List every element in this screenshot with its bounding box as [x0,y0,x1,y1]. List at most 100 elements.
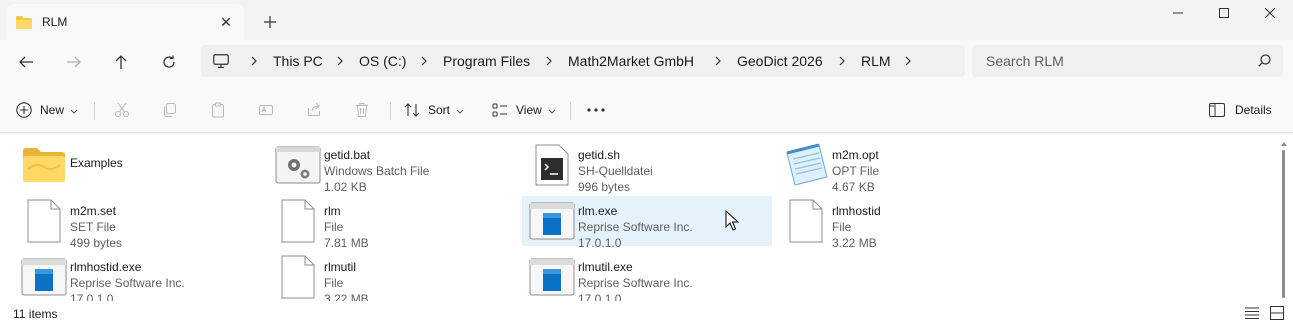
new-button[interactable]: New [14,96,82,124]
tiles-view-icon[interactable] [1270,306,1284,323]
sort-label: Sort [428,103,451,117]
paste-button[interactable] [204,96,232,124]
cut-button[interactable] [108,96,136,124]
list-item[interactable]: rlmhostid File 3.22 MB [776,196,1026,250]
tab-rlm[interactable]: RLM ✕ [6,4,244,40]
breadcrumb-os-c[interactable]: OS (C:) [353,53,411,69]
file-type: OPT File [832,164,880,178]
delete-button[interactable] [348,96,376,124]
chevron-down-icon [548,103,556,117]
breadcrumb-rlm[interactable]: RLM [855,53,895,69]
maximize-icon [1219,8,1229,18]
breadcrumb-program-files[interactable]: Program Files [437,53,536,69]
plus-circle-icon [14,96,34,124]
file-name: rlm [324,204,341,218]
item-count: 11 items [13,307,58,321]
new-label: New [40,103,65,117]
file-list: Examples getid.bat Windows Batch File 1.… [0,134,1293,306]
list-item[interactable]: m2m.set SET File 499 bytes [14,196,264,250]
list-item[interactable]: rlm File 7.81 MB [268,196,518,250]
sh-file-icon [528,142,576,188]
list-item[interactable]: rlmutil.exe Reprise Software Inc. 17.0.1… [522,252,772,306]
chevron-right-icon[interactable] [327,56,353,66]
scissors-icon [108,96,136,124]
chevron-right-icon[interactable] [411,56,437,66]
exe-icon [528,198,576,244]
close-window-button[interactable] [1247,0,1293,26]
breadcrumb-math2market[interactable]: Math2Market GmbH [562,53,705,69]
chevron-right-icon[interactable] [705,56,731,66]
details-view-icon[interactable] [1245,307,1259,322]
breadcrumb-geodict[interactable]: GeoDict 2026 [731,53,829,69]
chevron-right-icon[interactable] [829,56,855,66]
share-button[interactable] [300,96,328,124]
forward-button[interactable] [58,48,90,76]
chevron-down-icon [70,103,78,117]
list-item[interactable]: getid.bat Windows Batch File 1.02 KB [268,140,518,194]
back-button[interactable] [10,48,42,76]
vertical-scrollbar[interactable] [1279,140,1289,300]
status-bar: 11 items [0,301,1293,325]
rename-icon [252,96,280,124]
more-options-button[interactable] [582,96,610,124]
file-size: 7.81 MB [324,236,369,250]
details-label: Details [1235,103,1272,117]
list-item[interactable]: getid.sh SH-Quelldatei 996 bytes [522,140,772,194]
tab-close-icon[interactable]: ✕ [212,8,240,36]
view-button[interactable]: View [490,96,558,124]
file-size: 996 bytes [578,180,631,194]
blank-file-icon [274,254,322,300]
file-name: rlmutil.exe [578,260,633,274]
folder-icon [20,142,68,188]
address-bar[interactable]: This PC OS (C:) Program Files Math2Marke… [201,45,965,77]
maximize-button[interactable] [1201,0,1247,26]
search-input[interactable] [986,53,1256,69]
minimize-button[interactable] [1155,0,1201,26]
search-icon[interactable] [1258,54,1271,70]
share-icon [300,96,328,124]
sort-button[interactable]: Sort [402,96,468,124]
new-tab-button[interactable] [256,8,284,36]
separator [390,102,391,120]
command-bar: New Sort View Details [0,84,1293,133]
folder-icon [16,15,32,29]
list-item[interactable]: Examples [14,140,264,190]
file-name: rlmhostid [832,204,881,218]
details-button[interactable]: Details [1207,96,1287,124]
arrow-left-icon [19,56,33,68]
chevron-right-icon[interactable] [241,56,267,66]
file-name: m2m.set [70,204,117,218]
list-item[interactable]: m2m.opt OPT File 4.67 KB [776,140,1026,194]
breadcrumb-this-pc[interactable]: This PC [267,53,327,69]
up-button[interactable] [105,48,137,76]
file-size: 3.22 MB [832,236,877,250]
blank-file-icon [274,198,322,244]
file-name: rlm.exe [578,204,618,218]
rename-button[interactable] [252,96,280,124]
separator [570,102,571,120]
scroll-thumb[interactable] [1282,150,1285,298]
mouse-cursor-icon [725,209,740,235]
plus-icon [264,16,276,28]
scroll-up-icon [1281,142,1287,146]
clipboard-icon [204,96,232,124]
refresh-icon [163,55,175,68]
chevron-right-icon[interactable] [895,56,921,66]
file-size: 4.67 KB [832,180,875,194]
copy-icon [156,96,184,124]
list-item[interactable]: rlmhostid.exe Reprise Software Inc. 17.0… [14,252,264,306]
view-icon [490,96,510,124]
computer-icon[interactable] [201,54,241,68]
search-box[interactable] [972,45,1283,77]
chevron-right-icon[interactable] [536,56,562,66]
details-pane-icon [1207,96,1227,124]
refresh-button[interactable] [153,48,185,76]
file-size: 499 bytes [70,236,123,250]
copy-button[interactable] [156,96,184,124]
file-name: m2m.opt [832,148,879,162]
view-label: View [516,103,542,117]
file-name: rlmutil [324,260,356,274]
file-version: 17.0.1.0 [578,236,622,250]
list-item[interactable]: rlmutil File 3.22 MB [268,252,518,306]
blank-file-icon [20,198,68,244]
